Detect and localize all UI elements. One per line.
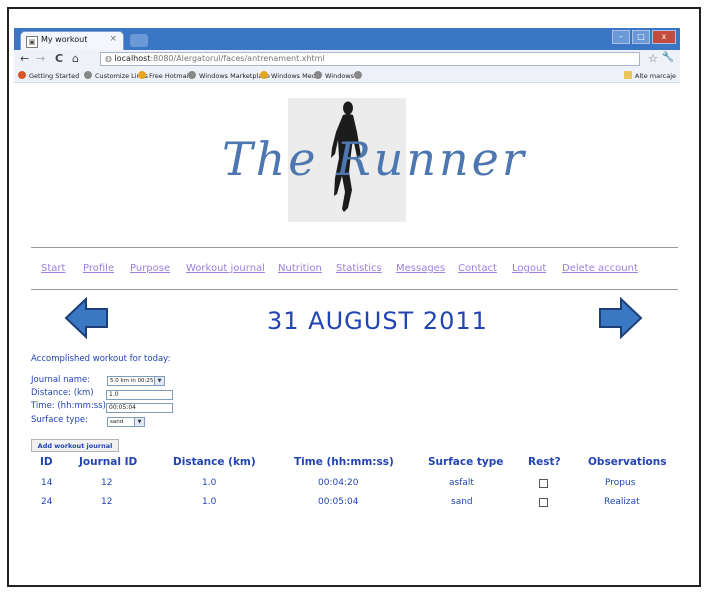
journal-row: Journal name: 5.0 km in 00:25:00 ▼ [31, 375, 165, 386]
nav-start[interactable]: Start [41, 263, 65, 274]
bookmark-star-icon[interactable]: ☆ [648, 52, 658, 65]
table-header-distance: Distance (km) [173, 456, 256, 468]
nav-purpose[interactable]: Purpose [130, 263, 170, 274]
table-header-observations: Observations [588, 456, 667, 468]
table-header-time: Time (hh:mm:ss) [294, 456, 394, 468]
table-row-1-time: 00:04:20 [318, 478, 359, 488]
table-row-2-distance: 1.0 [202, 497, 217, 507]
globe-icon [84, 71, 92, 79]
chevron-down-icon: ▼ [134, 418, 144, 426]
distance-row: Distance: (km) 1.0 [31, 388, 173, 400]
folder-icon [623, 71, 632, 79]
time-row: Time: (hh:mm:ss) 00:05:04 [31, 401, 173, 413]
divider-top [31, 247, 678, 248]
accomplished-heading: Accomplished workout for today: [31, 354, 171, 364]
wrench-icon[interactable]: 🔧 [662, 52, 674, 63]
surface-select-value: sand [110, 419, 124, 425]
surface-label: Surface type: [31, 415, 88, 425]
table-row-1-id: 14 [41, 478, 53, 488]
add-workout-journal-button[interactable]: Add workout journal [31, 439, 119, 452]
bookmark-label: Windows [325, 72, 355, 80]
bookmark-label: Getting Started [29, 72, 80, 80]
table-row-2-observations: Realizat [604, 497, 640, 507]
nav-messages[interactable]: Messages [396, 263, 445, 274]
surface-select[interactable]: sand ▼ [107, 417, 145, 427]
bookmarks-bar: Getting Started Customize Links Free Hot… [14, 68, 680, 83]
browser-toolbar: ← → C ⌂ ◍ localhost:8080/Alergatorul/fac… [14, 50, 680, 69]
table-header-rest: Rest? [528, 456, 561, 468]
msn-icon [260, 71, 268, 79]
table-row-2-id: 24 [41, 497, 53, 507]
close-window-button[interactable]: x [652, 30, 676, 44]
nav-profile[interactable]: Profile [83, 263, 114, 274]
maximize-button[interactable]: □ [632, 30, 650, 44]
table-row-2-time: 00:05:04 [318, 497, 359, 507]
table-row-2-surface: sand [451, 497, 473, 507]
chevron-down-icon: ▼ [154, 377, 164, 385]
nav-delete-account[interactable]: Delete account [562, 263, 638, 274]
time-label: Time: (hh:mm:ss) [31, 401, 106, 411]
address-path: :8080/Alergatorul/faces/antrenament.xhtm… [150, 54, 325, 63]
table-row-1-journal-id: 12 [101, 478, 113, 488]
fire-icon [18, 71, 26, 79]
table-header-journal-id: Journal ID [79, 456, 138, 468]
nav-statistics[interactable]: Statistics [336, 263, 382, 274]
table-header-id: ID [40, 456, 53, 468]
table-row-2-rest[interactable] [539, 498, 548, 510]
back-icon[interactable]: ← [20, 52, 29, 65]
globe-icon [314, 71, 322, 79]
nav-nutrition[interactable]: Nutrition [278, 263, 322, 274]
table-row-1-observations: Propus [605, 478, 636, 488]
table-row-1-rest[interactable] [539, 479, 548, 491]
next-day-arrow-icon[interactable] [597, 296, 643, 340]
distance-input[interactable]: 1.0 [106, 390, 173, 400]
table-row-1-distance: 1.0 [202, 478, 217, 488]
reload-icon[interactable]: C [55, 52, 63, 65]
globe-icon [354, 71, 362, 79]
address-bar[interactable]: ◍ localhost:8080/Alergatorul/faces/antre… [100, 52, 640, 66]
nav-workout-journal[interactable]: Workout journal [186, 263, 265, 274]
table-row-1-surface: asfalt [449, 478, 474, 488]
divider-bottom [31, 289, 678, 290]
bookmark-windows-marketplace[interactable]: Windows Marketplace [188, 71, 270, 80]
surface-row: Surface type: sand ▼ [31, 415, 145, 427]
globe-icon: ◍ [105, 54, 115, 63]
tab-close-icon[interactable]: × [109, 34, 117, 44]
site-title: The Runner [222, 132, 527, 186]
table-row-2-journal-id: 12 [101, 497, 113, 507]
tab-title: My workout [41, 35, 88, 44]
journal-select[interactable]: 5.0 km in 00:25:00 ▼ [107, 376, 165, 386]
time-input[interactable]: 00:05:04 [106, 403, 173, 413]
bookmark-free-hotmail[interactable]: Free Hotmail [138, 71, 190, 80]
bookmark-label: Free Hotmail [149, 72, 191, 80]
previous-day-arrow-icon[interactable] [64, 296, 110, 340]
journal-label: Journal name: [31, 375, 91, 385]
home-icon[interactable]: ⌂ [72, 52, 79, 65]
nav-logout[interactable]: Logout [512, 263, 546, 274]
bookmark-windows[interactable]: Windows [314, 71, 354, 80]
distance-label: Distance: (km) [31, 388, 94, 398]
bookmark-unnamed[interactable] [354, 71, 365, 80]
bookmark-windows-media[interactable]: Windows Media [260, 71, 322, 80]
bookmark-getting-started[interactable]: Getting Started [18, 71, 79, 80]
page-favicon-icon: ▣ [26, 36, 38, 48]
rest-checkbox[interactable] [539, 479, 548, 488]
other-bookmarks[interactable]: Alte marcaje [623, 71, 676, 80]
rest-checkbox[interactable] [539, 498, 548, 507]
address-host: localhost [114, 54, 151, 63]
new-tab-button[interactable] [130, 34, 148, 47]
other-bookmarks-label: Alte marcaje [634, 72, 676, 80]
window-controls: – □ x [612, 30, 676, 44]
browser-tab-strip: ▣ My workout × – □ x [14, 28, 680, 50]
table-header-surface: Surface type [428, 456, 504, 468]
nav-contact[interactable]: Contact [458, 263, 497, 274]
browser-tab[interactable]: ▣ My workout × [20, 31, 124, 50]
minimize-button[interactable]: – [612, 30, 630, 44]
current-date: 31 AUGUST 2011 [267, 307, 488, 335]
forward-icon[interactable]: → [36, 52, 45, 65]
msn-icon [138, 71, 146, 79]
globe-icon [188, 71, 196, 79]
